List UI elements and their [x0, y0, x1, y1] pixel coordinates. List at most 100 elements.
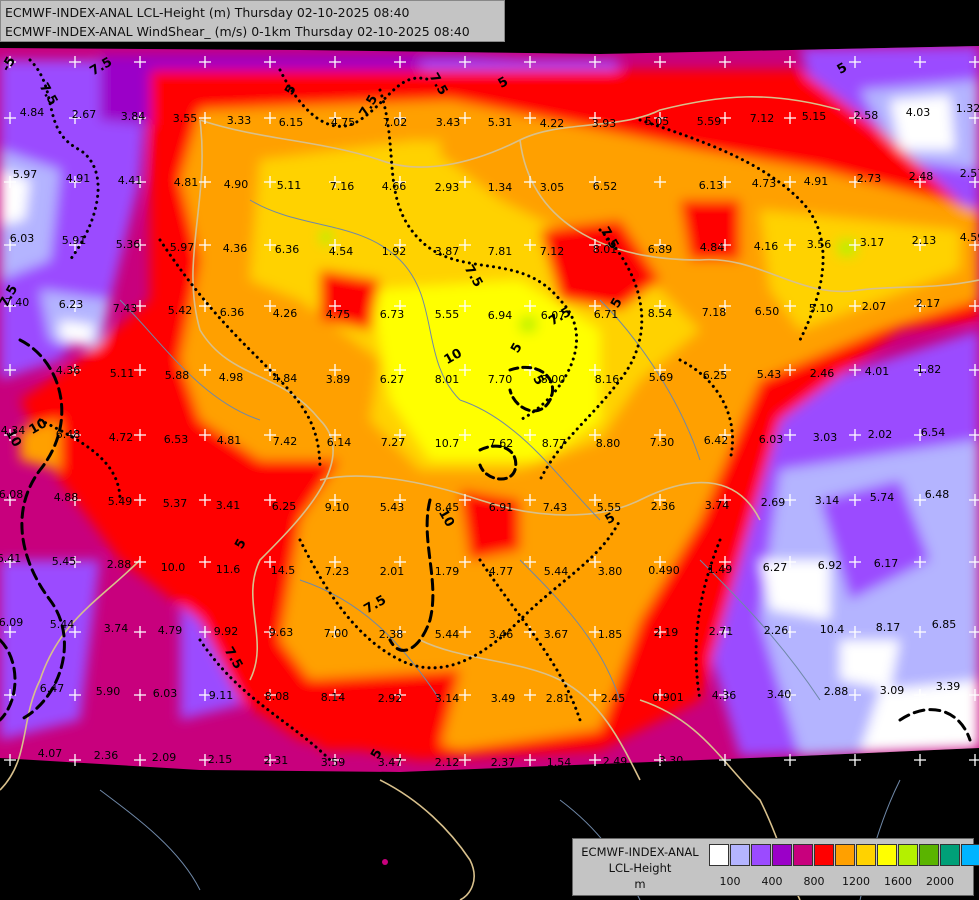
- legend-tick: 100: [719, 875, 741, 888]
- station-value: 6.08: [0, 488, 23, 501]
- station-value: 1.82: [917, 363, 942, 376]
- station-value: 8.54: [648, 307, 673, 320]
- station-value: 6.94: [488, 309, 513, 322]
- station-value: 7.81: [488, 245, 513, 258]
- station-value: 3.17: [860, 236, 885, 249]
- station-value: 4.66: [382, 180, 407, 193]
- station-value: 5.42: [168, 304, 193, 317]
- station-value: 2.07: [862, 300, 887, 313]
- station-value: 3.84: [121, 110, 146, 123]
- station-value: 6.48: [925, 488, 950, 501]
- station-value: 5.44: [50, 618, 75, 631]
- station-value: 3.46: [489, 628, 514, 641]
- station-value: 5.36: [116, 238, 141, 251]
- station-value: 7.12: [540, 245, 565, 258]
- station-value: 4.01: [865, 365, 890, 378]
- station-value: 5.05: [645, 115, 670, 128]
- station-value: 2.57: [960, 167, 979, 180]
- station-value: 11.6: [216, 563, 241, 576]
- station-value: 2.81: [546, 692, 571, 705]
- station-value: 7.43: [113, 302, 138, 315]
- station-value: 5.43: [757, 368, 782, 381]
- station-value: 1.54: [547, 756, 572, 769]
- station-value: 6.36: [220, 306, 245, 319]
- station-value: 2.88: [107, 558, 132, 571]
- station-value: 3.87: [435, 245, 460, 258]
- station-value: 1.32: [956, 102, 979, 115]
- station-value: 4.84: [700, 241, 725, 254]
- point-marker: [382, 859, 388, 865]
- station-value: 5.44: [435, 628, 460, 641]
- station-value: 7.18: [702, 306, 727, 319]
- legend-swatch: [961, 844, 979, 866]
- station-value: 6.17: [874, 557, 899, 570]
- station-value: 3.93: [592, 117, 617, 130]
- weather-map: -57.57.55 7.5 57.57.57.557.557.510 105107.5…: [0, 0, 979, 900]
- station-value: 3.30: [659, 754, 684, 767]
- station-value: 8.01: [593, 243, 618, 256]
- station-value: 8.45: [435, 501, 460, 514]
- station-value: 5.43: [380, 501, 405, 514]
- station-value: 6.09: [0, 616, 23, 629]
- station-value: 7.00: [324, 627, 349, 640]
- station-value: 5.31: [488, 116, 513, 129]
- station-value: 3.56: [807, 238, 832, 251]
- station-value: 4.36: [712, 689, 737, 702]
- station-value: 4.03: [906, 106, 931, 119]
- station-value: 3.33: [227, 114, 252, 127]
- station-value: 2.71: [709, 625, 734, 638]
- station-value: 5.37: [163, 497, 188, 510]
- station-value: 6.92: [818, 559, 843, 572]
- station-value: 1.34: [488, 181, 513, 194]
- station-value: 8.01: [435, 373, 460, 386]
- station-value: 8.80: [596, 437, 621, 450]
- station-value: 4.90: [224, 178, 249, 191]
- station-value: 2.38: [379, 628, 404, 641]
- legend-unit: m: [634, 877, 646, 891]
- station-value: 8.14: [321, 691, 346, 704]
- station-value: 6.89: [648, 243, 673, 256]
- station-value: 1.49: [708, 563, 733, 576]
- station-value: 10.4: [820, 623, 845, 636]
- legend-swatch: [793, 844, 813, 866]
- legend-tick: 400: [761, 875, 783, 888]
- station-value: 2.48: [909, 170, 934, 183]
- station-value: 5.55: [435, 308, 460, 321]
- station-value: 2.92: [378, 692, 403, 705]
- station-value: 9.92: [214, 625, 239, 638]
- station-value: 6.25: [703, 369, 728, 382]
- station-value: 6.50: [755, 305, 780, 318]
- station-value: 0.490: [648, 564, 680, 577]
- station-value: 2.45: [601, 692, 626, 705]
- station-value: 3.09: [880, 684, 905, 697]
- station-value: 6.36: [275, 243, 300, 256]
- station-value: 4.84: [20, 106, 45, 119]
- station-value: 3.39: [936, 680, 961, 693]
- station-value: 6.23: [59, 298, 84, 311]
- station-value: 5.11: [277, 179, 302, 192]
- station-value: 4.07: [38, 747, 63, 760]
- station-value: 4.16: [754, 240, 779, 253]
- station-value: 5.74: [870, 491, 895, 504]
- station-value: 2.26: [764, 624, 789, 637]
- station-value: 6.13: [699, 179, 724, 192]
- station-value: 3.41: [216, 499, 241, 512]
- station-value: 4.72: [109, 431, 134, 444]
- station-value: 6.48: [56, 428, 81, 441]
- station-value: 2.12: [435, 756, 460, 769]
- station-value: 7.23: [325, 565, 350, 578]
- station-value: 3.74: [104, 622, 129, 635]
- station-value: 3.05: [540, 181, 565, 194]
- station-value: 4.34: [1, 424, 26, 437]
- legend-swatch: [940, 844, 960, 866]
- station-value: 4.81: [217, 434, 242, 447]
- station-value: 5.45: [52, 555, 77, 568]
- station-value: 6.27: [763, 561, 788, 574]
- station-value: 5.10: [809, 302, 834, 315]
- station-value: 2.93: [435, 181, 460, 194]
- station-value: 4.75: [326, 308, 351, 321]
- station-value: 2.02: [868, 428, 893, 441]
- station-value: 2.31: [264, 754, 289, 767]
- station-value: 5.15: [802, 110, 827, 123]
- station-value: 3.49: [491, 692, 516, 705]
